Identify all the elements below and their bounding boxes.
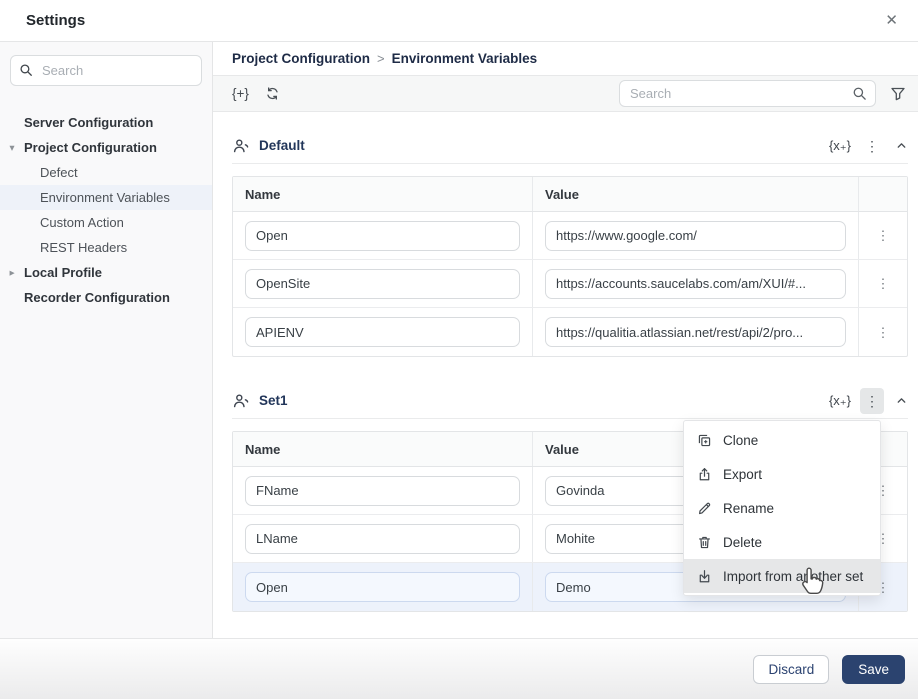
set-menu-kebab-icon[interactable]: ⋮: [860, 133, 884, 159]
filter-icon[interactable]: [890, 86, 906, 102]
variable-name-input[interactable]: [245, 572, 520, 602]
variable-set-default: Default {x₊} ⋮ Name Value: [232, 128, 908, 357]
variable-value-input[interactable]: [545, 269, 846, 299]
close-icon[interactable]: ✕: [879, 9, 904, 32]
column-header-name: Name: [233, 432, 533, 466]
collapse-chevron-up-icon[interactable]: [895, 394, 908, 407]
variables-search-input[interactable]: [619, 80, 876, 107]
variables-table-default: Name Value ⋮ ⋮: [232, 176, 908, 357]
export-icon: [697, 467, 712, 482]
variable-value-input[interactable]: [545, 317, 846, 347]
delete-icon: [697, 535, 712, 550]
column-header-value: Value: [533, 177, 859, 211]
settings-nav: Server Configuration ▾ Project Configura…: [0, 110, 212, 310]
sidebar-item-environment-variables[interactable]: Environment Variables: [0, 185, 212, 210]
sidebar-item-defect[interactable]: Defect: [0, 160, 212, 185]
variable-set-icon: [232, 393, 250, 409]
row-kebab-icon[interactable]: ⋮: [877, 326, 890, 339]
row-kebab-icon[interactable]: ⋮: [877, 277, 890, 290]
discard-button[interactable]: Discard: [753, 655, 829, 684]
table-row: ⋮: [233, 260, 907, 308]
caret-right-icon[interactable]: ▸: [6, 267, 18, 278]
menu-item-import-from-another-set[interactable]: Import from another set: [684, 559, 880, 593]
add-set-icon[interactable]: {+}: [232, 86, 249, 101]
menu-item-delete[interactable]: Delete: [684, 525, 880, 559]
toolbar: {+}: [213, 76, 918, 112]
settings-dialog: Settings ✕ Server Configuration ▾ Projec…: [0, 0, 918, 699]
sidebar-item-server-configuration[interactable]: Server Configuration: [0, 110, 212, 135]
collapse-chevron-up-icon[interactable]: [895, 139, 908, 152]
set-title: Set1: [259, 393, 288, 408]
add-variable-icon[interactable]: {x₊}: [829, 393, 851, 409]
breadcrumb-separator: >: [377, 51, 385, 66]
variable-set-icon: [232, 138, 250, 154]
variable-value-input[interactable]: [545, 221, 846, 251]
sidebar-item-local-profile[interactable]: ▸ Local Profile: [0, 260, 212, 285]
dialog-footer: Discard Save: [0, 638, 918, 699]
import-icon: [697, 569, 712, 584]
refresh-icon[interactable]: [265, 86, 280, 101]
table-header-row: Name Value: [233, 177, 907, 212]
caret-down-icon[interactable]: ▾: [6, 142, 18, 153]
environment-variables-content: Default {x₊} ⋮ Name Value: [213, 112, 918, 638]
menu-item-export[interactable]: Export: [684, 457, 880, 491]
table-row: ⋮: [233, 212, 907, 260]
settings-sidebar: Server Configuration ▾ Project Configura…: [0, 42, 213, 638]
variable-set-set1: Set1 {x₊} ⋮ Name Value: [232, 383, 908, 612]
variable-name-input[interactable]: [245, 476, 520, 506]
variable-name-input[interactable]: [245, 317, 520, 347]
sidebar-item-project-configuration[interactable]: ▾ Project Configuration: [0, 135, 212, 160]
breadcrumb: Project Configuration > Environment Vari…: [213, 42, 918, 76]
breadcrumb-parent[interactable]: Project Configuration: [232, 51, 370, 66]
add-variable-icon[interactable]: {x₊}: [829, 138, 851, 154]
rename-icon: [697, 501, 712, 516]
search-icon: [852, 86, 867, 101]
column-header-actions: [859, 177, 907, 211]
set-context-menu: Clone Export Rename: [683, 420, 881, 596]
set-header-default: Default {x₊} ⋮: [232, 128, 908, 164]
table-row: ⋮: [233, 308, 907, 356]
dialog-header: Settings ✕: [0, 0, 918, 42]
sidebar-item-recorder-configuration[interactable]: Recorder Configuration: [0, 285, 212, 310]
search-icon: [19, 63, 33, 77]
sidebar-item-rest-headers[interactable]: REST Headers: [0, 235, 212, 260]
set-title: Default: [259, 138, 305, 153]
menu-item-rename[interactable]: Rename: [684, 491, 880, 525]
variable-name-input[interactable]: [245, 221, 520, 251]
sidebar-search-input[interactable]: [10, 55, 202, 86]
dialog-title: Settings: [26, 12, 85, 29]
breadcrumb-current: Environment Variables: [392, 51, 538, 66]
save-button[interactable]: Save: [842, 655, 905, 684]
set-header-set1: Set1 {x₊} ⋮: [232, 383, 908, 419]
sidebar-item-custom-action[interactable]: Custom Action: [0, 210, 212, 235]
main-pane: Project Configuration > Environment Vari…: [213, 42, 918, 638]
variable-name-input[interactable]: [245, 269, 520, 299]
variable-name-input[interactable]: [245, 524, 520, 554]
menu-item-clone[interactable]: Clone: [684, 423, 880, 457]
clone-icon: [697, 433, 712, 448]
set-menu-kebab-icon[interactable]: ⋮: [860, 388, 884, 414]
column-header-name: Name: [233, 177, 533, 211]
row-kebab-icon[interactable]: ⋮: [877, 229, 890, 242]
